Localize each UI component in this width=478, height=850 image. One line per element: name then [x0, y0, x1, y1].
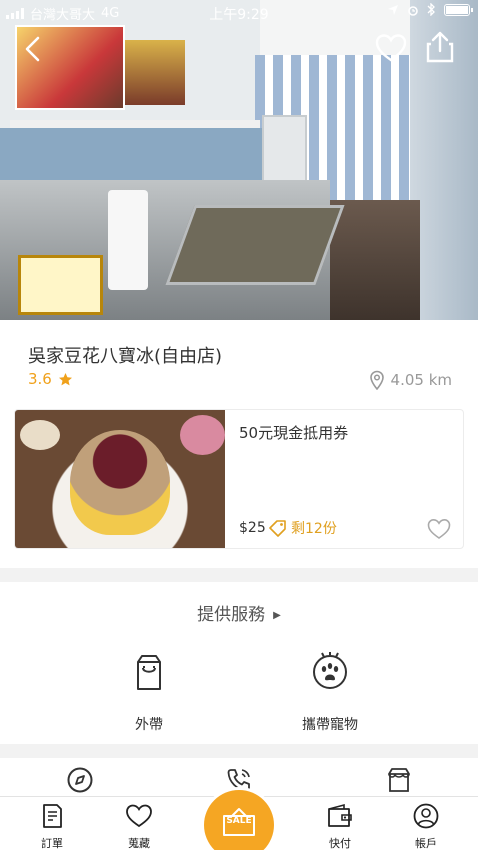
shop-info-panel: 吳家豆花八寶冰(自由店) 3.6 4.05 km 50元現金抵用券 $25 剩1…: [0, 320, 478, 568]
services-section: 提供服務 ▶ 外帶 攜帶寵物: [0, 582, 478, 744]
tab-label: 訂單: [41, 837, 63, 850]
remaining-count: 剩12份: [291, 521, 337, 537]
deal-price: $25: [239, 520, 266, 536]
services-header[interactable]: 提供服務 ▶: [0, 600, 478, 625]
deal-remaining: 剩12份: [268, 518, 337, 538]
deal-card[interactable]: 50元現金抵用券 $25 剩12份: [14, 409, 464, 549]
tag-icon: [269, 520, 286, 537]
service-label: 外帶: [135, 717, 163, 733]
shop-rating: 3.6: [28, 370, 73, 388]
service-label: 攜帶寵物: [302, 717, 358, 733]
bluetooth-icon: [427, 3, 435, 16]
order-icon: [43, 804, 62, 828]
share-icon[interactable]: [425, 30, 455, 64]
alarm-icon: [408, 5, 418, 16]
heart-icon: [126, 804, 152, 828]
account-icon: [413, 803, 439, 829]
tab-quickpay[interactable]: 快付: [310, 803, 370, 850]
location-arrow-icon: [388, 4, 398, 15]
sale-button[interactable]: SALE: [204, 790, 274, 850]
tab-label: 帳戶: [415, 837, 437, 850]
services-title: 提供服務: [197, 605, 266, 625]
service-takeout: 外帶: [89, 652, 209, 734]
tab-account[interactable]: 帳戶: [396, 803, 456, 850]
compass-icon[interactable]: [66, 766, 94, 794]
pet-paw-icon: [313, 652, 347, 689]
bottom-tab-bar: 訂單 蒐藏 SALE 快付 帳戶: [0, 790, 478, 850]
tab-orders[interactable]: 訂單: [22, 803, 82, 850]
service-pet: 攜帶寵物: [270, 652, 390, 734]
star-icon: [58, 372, 72, 385]
tab-favorites[interactable]: 蒐藏: [109, 803, 169, 850]
distance-value: 4.05 km: [390, 371, 452, 389]
rating-value: 3.6: [28, 370, 52, 388]
battery-icon: [444, 3, 473, 16]
takeout-bag-icon: [137, 655, 161, 690]
map-pin-icon: [369, 370, 384, 390]
sale-label: SALE: [226, 816, 252, 826]
status-bar: 台灣大哥大 4G 上午9:29: [0, 0, 478, 24]
deal-title: 50元現金抵用券: [239, 424, 349, 442]
favorite-heart-icon[interactable]: [375, 33, 407, 63]
deal-image: [15, 410, 225, 548]
tab-label: 蒐藏: [128, 837, 150, 850]
store-icon[interactable]: [385, 766, 413, 794]
deal-favorite-icon[interactable]: [427, 518, 451, 540]
shop-name: 吳家豆花八寶冰(自由店): [28, 346, 223, 367]
tab-label: 快付: [329, 837, 351, 850]
chevron-left-icon[interactable]: [20, 36, 46, 62]
wallet-icon: [328, 803, 352, 827]
triangle-right-icon: ▶: [273, 609, 281, 621]
shop-distance: 4.05 km: [369, 370, 452, 390]
